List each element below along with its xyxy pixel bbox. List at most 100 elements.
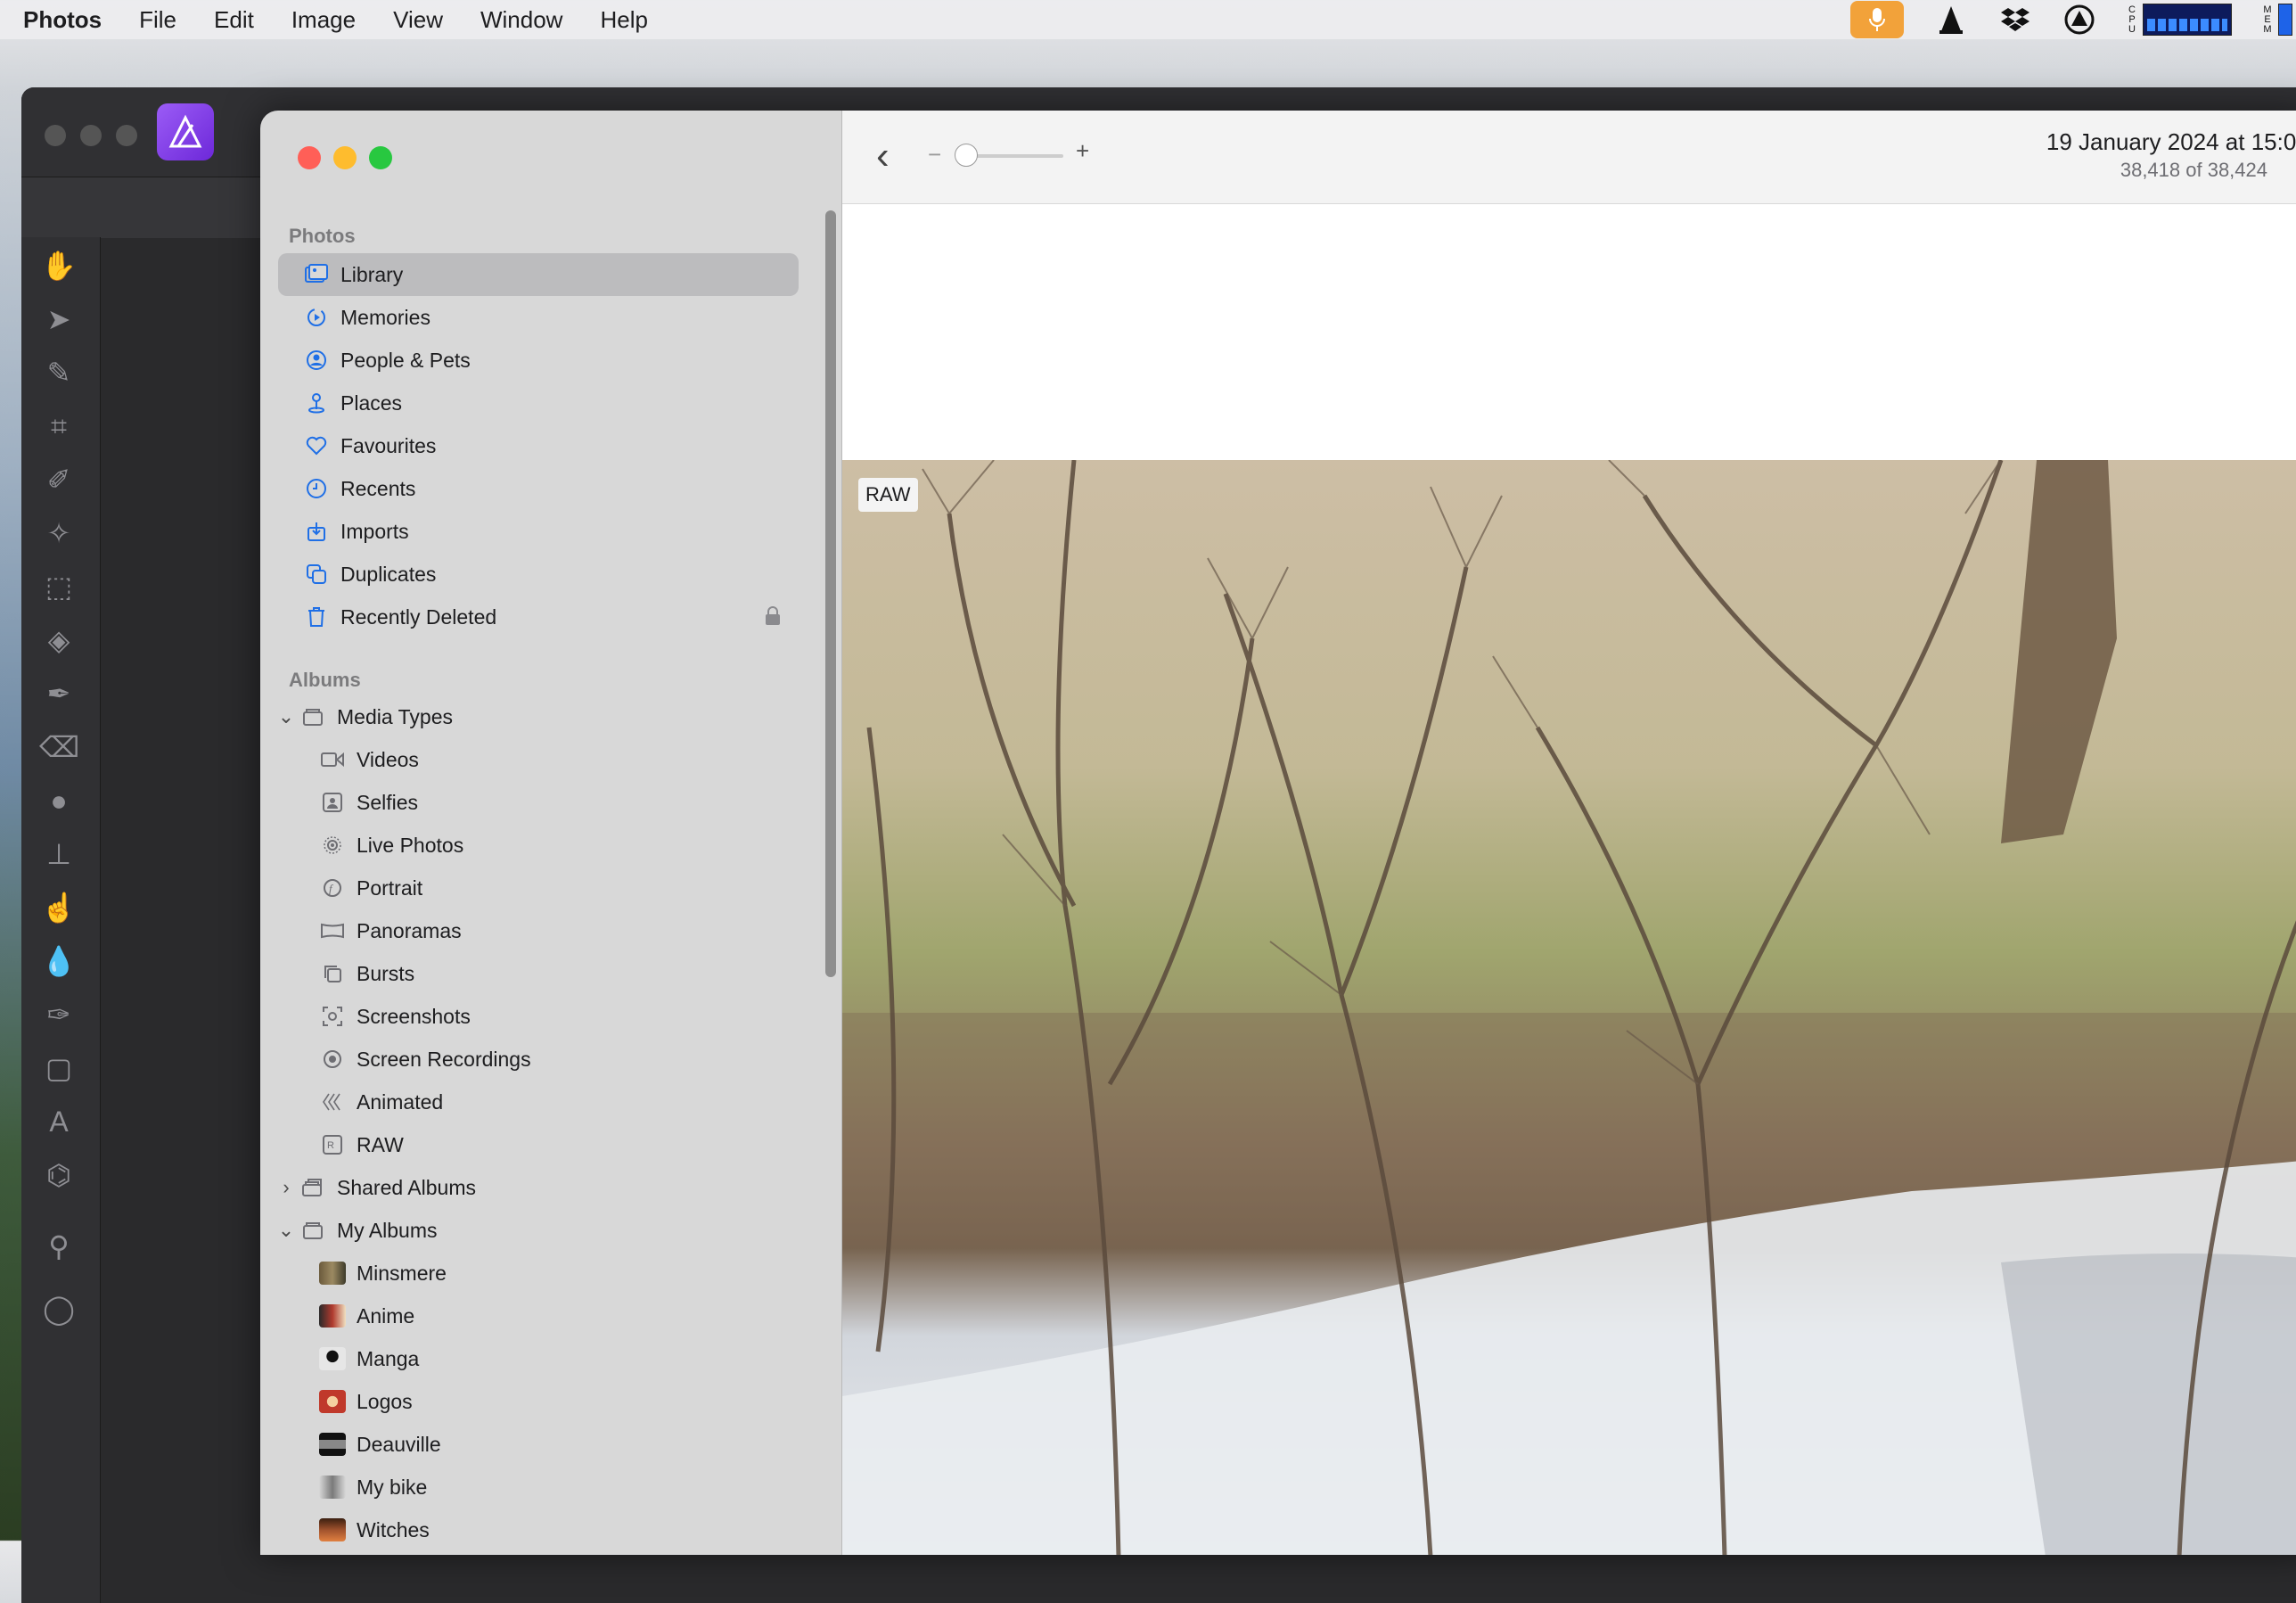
sidebar-item-bursts[interactable]: Bursts	[301, 952, 822, 995]
color-wheel-icon[interactable]: ◯	[39, 1289, 78, 1328]
text-tool-icon[interactable]: A	[39, 1102, 78, 1141]
brush-tool-icon[interactable]: ✐	[39, 460, 78, 499]
sidebar-item-label: Manga	[357, 1346, 420, 1370]
sidebar-folder-media-types[interactable]: ⌄ Media Types	[275, 695, 795, 738]
sidebar-item-label: Shared Albums	[337, 1175, 476, 1199]
sidebar-item-recently-deleted[interactable]: Recently Deleted	[278, 596, 799, 638]
shared-album-icon	[301, 1176, 324, 1199]
sidebar-item-screen-recordings[interactable]: Screen Recordings	[301, 1038, 822, 1081]
sidebar-item-portrait[interactable]: f Portrait	[301, 867, 822, 909]
clock-icon	[305, 477, 328, 500]
magic-wand-icon[interactable]: ✧	[39, 514, 78, 553]
erase-tool-icon[interactable]: ⌫	[39, 728, 79, 767]
sidebar-item-panoramas[interactable]: Panoramas	[301, 909, 822, 952]
sidebar-album-minsmere[interactable]: Minsmere	[301, 1252, 822, 1295]
sidebar-item-duplicates[interactable]: Duplicates	[278, 553, 799, 596]
chevron-right-icon[interactable]: ›	[275, 1176, 298, 1199]
mem-bar	[2278, 4, 2292, 36]
hand-tool-icon[interactable]: ✋	[39, 246, 78, 285]
sidebar-album-witches[interactable]: Witches	[301, 1508, 822, 1551]
sidebar-item-memories[interactable]: Memories	[278, 296, 799, 339]
status-area: C P U M E M	[1850, 0, 2296, 39]
album-thumbnail	[319, 1304, 346, 1328]
sidebar-folder-shared-albums[interactable]: › Shared Albums	[275, 1166, 795, 1209]
sidebar-item-live-photos[interactable]: Live Photos	[301, 824, 822, 867]
zoom-slider-knob[interactable]	[955, 144, 978, 167]
zoom-tool-icon[interactable]: ⚲	[39, 1227, 78, 1266]
bg-zoom-dot[interactable]	[116, 125, 137, 146]
fill-tool-icon[interactable]: ◈	[39, 621, 78, 660]
microphone-icon[interactable]	[1850, 1, 1904, 38]
sidebar-item-selfies[interactable]: Selfies	[301, 781, 822, 824]
sidebar-item-people-pets[interactable]: People & Pets	[278, 339, 799, 382]
menu-help[interactable]: Help	[600, 6, 647, 34]
sidebar-item-favourites[interactable]: Favourites	[278, 424, 799, 467]
menu-app-name[interactable]: Photos	[23, 6, 102, 34]
sidebar-item-label: Anime	[357, 1303, 415, 1328]
sidebar-scrollbar[interactable]	[825, 210, 836, 977]
sidebar-album-anime[interactable]: Anime	[301, 1295, 822, 1337]
affinity-photo-icon[interactable]	[157, 103, 214, 160]
paint-brush-icon[interactable]: ✒	[39, 674, 78, 713]
crop-tool-icon[interactable]: ⌗	[39, 407, 78, 446]
mesh-tool-icon[interactable]: ⌬	[39, 1155, 78, 1195]
sidebar-item-imports[interactable]: Imports	[278, 510, 799, 553]
sidebar-item-animated[interactable]: Animated	[301, 1081, 822, 1123]
back-chevron-icon[interactable]: ‹	[876, 134, 890, 178]
zoom-out-icon[interactable]: −	[928, 141, 941, 169]
sidebar-item-label: Witches	[357, 1517, 430, 1541]
sidebar-item-label: Live Photos	[357, 833, 464, 857]
raw-badge: RAW	[858, 478, 918, 512]
bg-close-dot[interactable]	[45, 125, 66, 146]
window-zoom-button[interactable]	[369, 146, 392, 169]
bg-minimize-dot[interactable]	[80, 125, 102, 146]
vlc-icon[interactable]	[1934, 3, 1968, 37]
sidebar-item-label: RAW	[357, 1132, 404, 1156]
chevron-down-icon[interactable]: ⌄	[275, 705, 298, 728]
photo-count: 38,418 of 38,424	[2120, 159, 2267, 181]
mem-meter[interactable]: M E M	[2262, 4, 2292, 36]
cpu-meter[interactable]: C P U	[2127, 4, 2232, 36]
sidebar-folder-my-albums[interactable]: ⌄ My Albums	[275, 1209, 795, 1252]
sidebar-item-videos[interactable]: Videos	[301, 738, 822, 781]
sidebar-item-places[interactable]: Places	[278, 382, 799, 424]
import-icon	[305, 520, 328, 543]
sidebar-item-label: Deauville	[357, 1432, 441, 1456]
sidebar-item-recents[interactable]: Recents	[278, 467, 799, 510]
move-tool-icon[interactable]: ➤	[39, 300, 78, 339]
photo-image[interactable]: RAW	[842, 460, 2296, 1555]
window-minimize-button[interactable]	[333, 146, 357, 169]
zoom-in-icon[interactable]: +	[1076, 137, 1089, 165]
menu-image[interactable]: Image	[291, 6, 356, 34]
viewer-toolbar: ‹ − + 19 January 2024 at 15:03: 38,418 o…	[842, 111, 2296, 204]
menu-view[interactable]: View	[393, 6, 443, 34]
sidebar-album-manga[interactable]: Manga	[301, 1337, 822, 1380]
sidebar-item-label: Favourites	[340, 433, 437, 457]
dropbox-icon[interactable]	[1998, 3, 2032, 37]
sidebar-album-logos[interactable]: Logos	[301, 1380, 822, 1423]
sidebar-item-library[interactable]: Library	[278, 253, 799, 296]
menu-window[interactable]: Window	[480, 6, 562, 34]
window-close-button[interactable]	[298, 146, 321, 169]
color-picker-icon[interactable]: ✎	[39, 353, 78, 392]
chevron-down-icon[interactable]: ⌄	[275, 1219, 298, 1242]
folder-icon	[301, 705, 324, 728]
dodge-tool-icon[interactable]: ●	[39, 781, 78, 820]
sidebar-item-raw[interactable]: R RAW	[301, 1123, 822, 1166]
selection-tool-icon[interactable]: ⬚	[39, 567, 78, 606]
album-thumbnail	[319, 1347, 346, 1370]
menu-file[interactable]: File	[139, 6, 176, 34]
sync-icon[interactable]	[2062, 3, 2096, 37]
sidebar-album-my-bike[interactable]: My bike	[301, 1466, 822, 1508]
drop-tool-icon[interactable]: 💧	[39, 941, 78, 981]
shape-tool-icon[interactable]: ▢	[39, 1048, 78, 1088]
sidebar-item-label: Logos	[357, 1389, 413, 1413]
sidebar-item-label: Minsmere	[357, 1261, 447, 1285]
smudge-tool-icon[interactable]: ☝	[39, 888, 78, 927]
sidebar-item-screenshots[interactable]: Screenshots	[301, 995, 822, 1038]
pen-tool-icon[interactable]: ✑	[39, 995, 78, 1034]
sidebar-item-label: Bursts	[357, 961, 415, 985]
clone-tool-icon[interactable]: ⊥	[39, 834, 78, 874]
sidebar-album-deauville[interactable]: Deauville	[301, 1423, 822, 1466]
menu-edit[interactable]: Edit	[214, 6, 254, 34]
